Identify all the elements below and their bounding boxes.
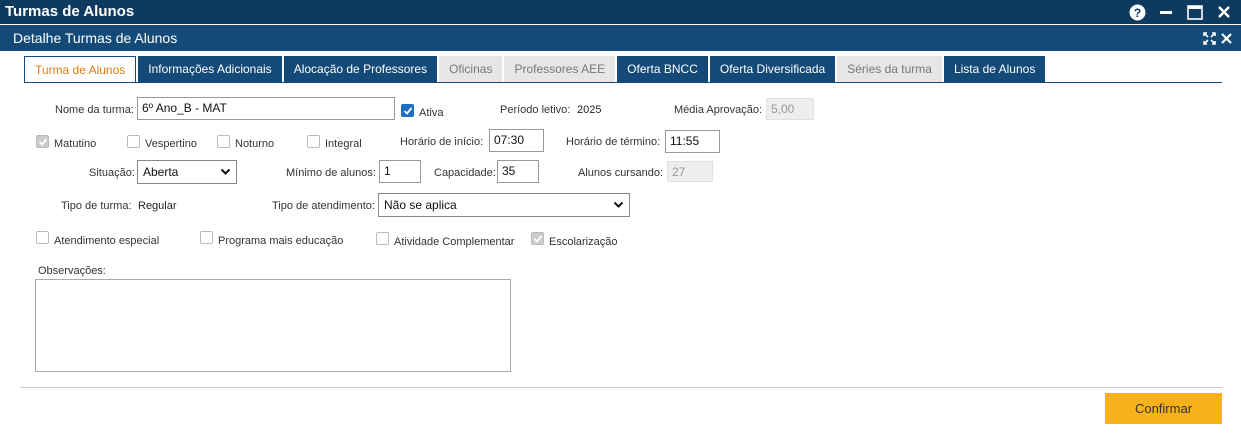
programa-mais-educacao-checkbox bbox=[200, 231, 213, 244]
situacao-label: Situação: bbox=[89, 167, 135, 179]
nome-turma-input[interactable]: 6º Ano_B - MAT bbox=[137, 97, 395, 120]
panel-close-icon[interactable] bbox=[1218, 30, 1234, 46]
tab-oficinas: Oficinas bbox=[439, 56, 503, 82]
window-title: Turmas de Alunos bbox=[5, 3, 135, 20]
atendimento-especial-checkbox bbox=[36, 231, 49, 244]
observacoes-textarea[interactable] bbox=[35, 279, 511, 372]
matutino-checkbox bbox=[36, 135, 49, 148]
tab-oferta-bncc[interactable]: Oferta BNCC bbox=[617, 56, 708, 82]
expand-icon[interactable] bbox=[1201, 30, 1217, 46]
tab-lista-de-alunos[interactable]: Lista de Alunos bbox=[943, 56, 1046, 82]
minimo-label: Mínimo de alunos: bbox=[286, 167, 376, 179]
capacidade-input[interactable]: 35 bbox=[497, 160, 539, 183]
horario-termino-input[interactable]: 11:55 bbox=[665, 130, 720, 153]
horario-inicio-input[interactable]: 07:30 bbox=[489, 129, 544, 152]
ativa-label: Ativa bbox=[419, 107, 444, 119]
escolarizacao-label: Escolarização bbox=[549, 236, 618, 248]
integral-checkbox bbox=[307, 135, 320, 148]
tab-series-da-turma: Séries da turma bbox=[837, 56, 942, 82]
periodo-value: 2025 bbox=[577, 104, 602, 116]
alunos-cursando-field: 27 bbox=[667, 161, 713, 182]
close-icon[interactable] bbox=[1215, 3, 1233, 21]
tipo-atendimento-label: Tipo de atendimento: bbox=[272, 200, 375, 212]
media-aprovacao-field: 5,00 bbox=[766, 98, 814, 120]
minimo-alunos-input[interactable]: 1 bbox=[379, 160, 421, 183]
vespertino-label: Vespertino bbox=[145, 138, 197, 150]
atividade-complementar-checkbox bbox=[376, 232, 389, 245]
svg-text:?: ? bbox=[1133, 6, 1140, 20]
cursando-label: Alunos cursando: bbox=[578, 167, 663, 179]
maximize-icon[interactable] bbox=[1186, 3, 1204, 21]
panel-header: Detalhe Turmas de Alunos bbox=[0, 25, 1241, 51]
atendimento-especial-label: Atendimento especial bbox=[54, 235, 160, 247]
tab-bar: Turma de Alunos Informações Adicionais A… bbox=[24, 56, 1047, 83]
minimize-icon[interactable] bbox=[1157, 3, 1175, 21]
tipo-turma-label: Tipo de turma: bbox=[61, 200, 132, 212]
situacao-value: Aberta bbox=[143, 165, 179, 179]
panel-title: Detalhe Turmas de Alunos bbox=[13, 30, 178, 46]
noturno-label: Noturno bbox=[235, 138, 275, 150]
escolarizacao-checkbox bbox=[531, 232, 544, 245]
integral-label: Integral bbox=[325, 138, 362, 150]
tab-informacoes-adicionais[interactable]: Informações Adicionais bbox=[138, 56, 282, 82]
chevron-down-icon bbox=[220, 166, 231, 180]
tipo-atendimento-value: Não se aplica bbox=[384, 198, 457, 212]
chevron-down-icon bbox=[613, 199, 624, 213]
footer-divider bbox=[20, 387, 1222, 388]
periodo-label: Período letivo: bbox=[500, 104, 571, 116]
noturno-checkbox bbox=[217, 135, 230, 148]
confirm-button[interactable]: Confirmar bbox=[1105, 393, 1222, 424]
inicio-label: Horário de início: bbox=[400, 136, 484, 148]
termino-label: Horário de término: bbox=[566, 136, 661, 148]
tipo-turma-value: Regular bbox=[138, 200, 177, 212]
tab-professores-aee: Professores AEE bbox=[504, 56, 616, 82]
window-titlebar: Turmas de Alunos ? bbox=[0, 0, 1241, 24]
help-icon[interactable]: ? bbox=[1128, 3, 1146, 21]
atividade-complementar-label: Atividade Complementar bbox=[394, 236, 515, 248]
vespertino-checkbox bbox=[127, 135, 140, 148]
observacoes-label: Observações: bbox=[38, 265, 106, 277]
media-label: Média Aprovação: bbox=[674, 104, 763, 116]
tab-oferta-diversificada[interactable]: Oferta Diversificada bbox=[709, 56, 836, 82]
ativa-checkbox[interactable] bbox=[401, 104, 414, 117]
tipo-atendimento-select[interactable]: Não se aplica bbox=[378, 193, 630, 217]
nome-label: Nome da turma: bbox=[55, 104, 134, 116]
capacidade-label: Capacidade: bbox=[434, 167, 496, 179]
tab-divider bbox=[24, 82, 1222, 83]
situacao-select[interactable]: Aberta bbox=[137, 160, 237, 184]
tab-alocacao-de-professores[interactable]: Alocação de Professores bbox=[283, 56, 438, 82]
matutino-label: Matutino bbox=[54, 138, 97, 150]
tab-turma-de-alunos[interactable]: Turma de Alunos bbox=[24, 56, 137, 83]
programa-mais-educacao-label: Programa mais educação bbox=[218, 235, 344, 247]
